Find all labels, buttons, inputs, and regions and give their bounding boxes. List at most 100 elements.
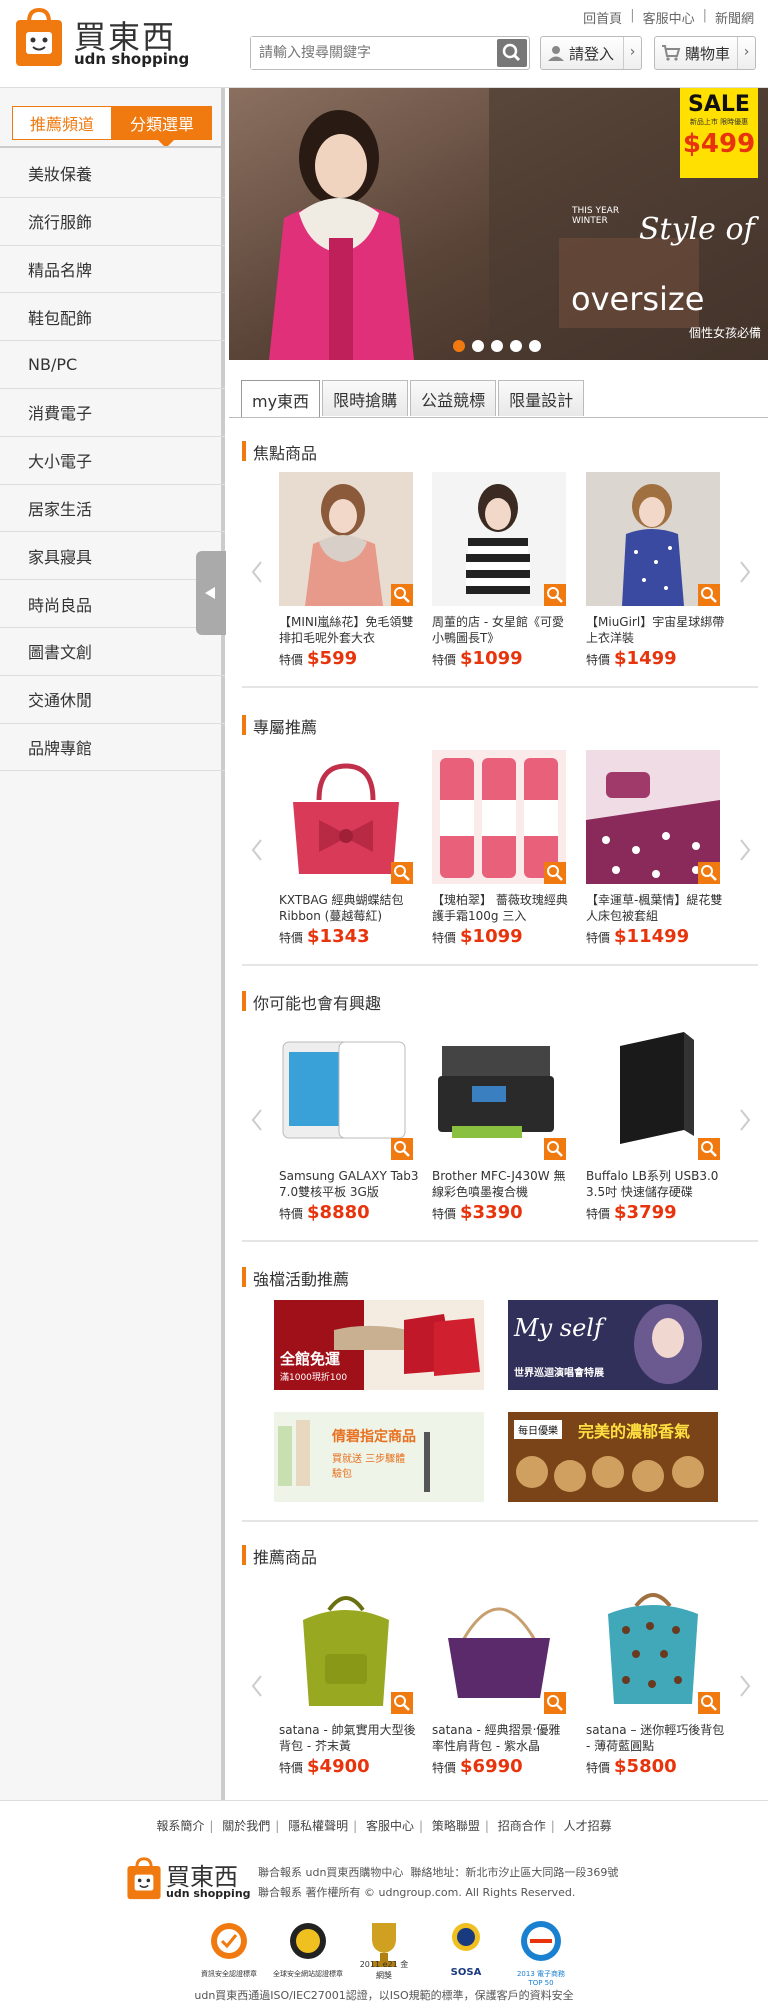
product-name[interactable]: 【MiuGirl】宇宙星球綁帶上衣洋裝 <box>586 614 726 646</box>
product-card[interactable]: 【MiuGirl】宇宙星球綁帶上衣洋裝 特價 $1499 <box>586 472 726 669</box>
zoom-button[interactable] <box>698 1692 720 1714</box>
footer-link-service[interactable]: 客服中心 <box>366 1819 414 1833</box>
cart-button[interactable]: 購物車 › <box>654 36 756 70</box>
service-link[interactable]: 客服中心 <box>643 8 695 27</box>
hero-banner[interactable]: SALE 新品上市 限時優惠 $499 THIS YEAR WINTER Sty… <box>229 88 768 360</box>
product-image[interactable] <box>586 750 720 884</box>
product-name[interactable]: 【MINI嵐絲花】免毛領雙排扣毛呢外套大衣 <box>279 614 419 646</box>
sidebar-item-furniture[interactable]: 家具寢具 <box>0 532 225 581</box>
zoom-button[interactable] <box>544 584 566 606</box>
zoom-button[interactable] <box>698 1138 720 1160</box>
tab-category[interactable]: 分類選單 <box>112 106 212 148</box>
sidebar-item-luxury[interactable]: 精品名牌 <box>0 246 225 294</box>
sidebar-item-home[interactable]: 居家生活 <box>0 485 225 533</box>
carousel-prev-icon[interactable] <box>250 1674 264 1698</box>
carousel-prev-icon[interactable] <box>250 1108 264 1132</box>
footer-link-about-us[interactable]: 關於我們 <box>222 1819 270 1833</box>
search-input[interactable] <box>251 37 491 69</box>
security-badge[interactable]: 全球安全網站認證標章 <box>268 1919 348 1979</box>
promo-banner[interactable]: 全館免運 滿1000現折100 <box>274 1300 484 1390</box>
product-image[interactable] <box>279 1580 413 1714</box>
carousel-prev-icon[interactable] <box>250 560 264 584</box>
product-image[interactable] <box>586 1026 720 1160</box>
sidebar-item-beauty[interactable]: 美妝保養 <box>0 150 225 198</box>
tab-my-stuff[interactable]: my東西 <box>241 380 321 418</box>
carousel-next-icon[interactable] <box>738 1108 752 1132</box>
product-image[interactable] <box>586 472 720 606</box>
product-card[interactable]: Samsung GALAXY Tab3 7.0雙核平板 3G版 特價 $8880 <box>279 1026 419 1223</box>
news-link[interactable]: 新聞網 <box>715 8 754 27</box>
product-card[interactable]: satana - 經典摺景‧優雅率性肩背包 - 紫水晶 特價 $6990 <box>432 1580 572 1777</box>
zoom-button[interactable] <box>544 862 566 884</box>
login-button[interactable]: 請登入 › <box>540 36 642 70</box>
product-image[interactable] <box>279 472 413 606</box>
product-image[interactable] <box>279 750 413 884</box>
footer-link-privacy[interactable]: 隱私權聲明 <box>288 1819 348 1833</box>
sidebar-item-books[interactable]: 圖書文創 <box>0 628 225 676</box>
carousel-next-icon[interactable] <box>738 560 752 584</box>
product-card[interactable]: 【MINI嵐絲花】免毛領雙排扣毛呢外套大衣 特價 $599 <box>279 472 419 669</box>
zoom-button[interactable] <box>391 1138 413 1160</box>
product-name[interactable]: satana – 迷你輕巧後背包 - 薄荷藍圓點 <box>586 1722 726 1754</box>
product-name[interactable]: Buffalo LB系列 USB3.0 3.5吋 快速儲存硬碟 <box>586 1168 726 1200</box>
zoom-button[interactable] <box>391 584 413 606</box>
sosa-badge[interactable]: SOSA <box>438 1919 494 1979</box>
top50-badge[interactable]: 2013 電子商務 TOP 50 <box>510 1919 572 1987</box>
sidebar-item-lifestyle[interactable]: 時尚良品 <box>0 580 225 628</box>
security-badge[interactable]: 資訊安全認證標章 <box>196 1919 262 1979</box>
product-name[interactable]: 【瑰柏翠】 薔薇玫瑰經典護手霜100g 三入 <box>432 892 572 924</box>
carousel-dot[interactable] <box>510 340 522 352</box>
sidebar-item-brands[interactable]: 品牌專館 <box>0 724 225 772</box>
product-image[interactable] <box>432 1026 566 1160</box>
product-card[interactable]: Buffalo LB系列 USB3.0 3.5吋 快速儲存硬碟 特價 $3799 <box>586 1026 726 1223</box>
tab-charity-auction[interactable]: 公益競標 <box>410 380 497 416</box>
footer-link-about-group[interactable]: 報系簡介 <box>156 1819 204 1833</box>
product-name[interactable]: Brother MFC-J430W 無線彩色噴墨複合機 <box>432 1168 572 1200</box>
carousel-next-icon[interactable] <box>738 1674 752 1698</box>
sidebar-item-leisure[interactable]: 交通休閒 <box>0 676 225 724</box>
logo-english[interactable]: udn shopping <box>74 50 189 68</box>
tab-limited-design[interactable]: 限量設計 <box>498 380 585 416</box>
zoom-button[interactable] <box>698 584 720 606</box>
zoom-button[interactable] <box>391 1692 413 1714</box>
carousel-dot[interactable] <box>453 340 465 352</box>
product-image[interactable] <box>432 750 566 884</box>
sidebar-item-electronics[interactable]: 消費電子 <box>0 389 225 437</box>
product-name[interactable]: satana - 經典摺景‧優雅率性肩背包 - 紫水晶 <box>432 1722 572 1754</box>
award-badge[interactable]: 2011 e21 金網獎 <box>356 1919 412 1980</box>
sidebar-item-shoes-bags[interactable]: 鞋包配飾 <box>0 293 225 342</box>
sidebar-collapse-button[interactable] <box>196 551 226 635</box>
tab-flash-sale[interactable]: 限時搶購 <box>322 380 409 416</box>
product-card[interactable]: Brother MFC-J430W 無線彩色噴墨複合機 特價 $3390 <box>432 1026 572 1223</box>
carousel-dot[interactable] <box>491 340 503 352</box>
home-link[interactable]: 回首頁 <box>583 8 622 27</box>
product-name[interactable]: KXTBAG 經典蝴蝶結包 Ribbon (蔓越莓紅) <box>279 892 419 924</box>
promo-banner[interactable]: 每日優樂 完美的濃郁香氣 <box>508 1412 718 1502</box>
product-name[interactable]: satana - 帥氣實用大型後背包 - 芥末黃 <box>279 1722 419 1754</box>
zoom-button[interactable] <box>391 862 413 884</box>
carousel-dot[interactable] <box>529 340 541 352</box>
product-image[interactable] <box>586 1580 720 1714</box>
footer-link-alliance[interactable]: 策略聯盟 <box>432 1819 480 1833</box>
promo-banner[interactable]: 倩碧指定商品 買就送 三步驟體驗包 <box>274 1412 484 1502</box>
carousel-prev-icon[interactable] <box>250 838 264 862</box>
product-card[interactable]: KXTBAG 經典蝴蝶結包 Ribbon (蔓越莓紅) 特價 $1343 <box>279 750 419 947</box>
sidebar-item-fashion[interactable]: 流行服飾 <box>0 198 225 246</box>
product-name[interactable]: 【幸運草-楓葉情】緹花雙人床包被套組 <box>586 892 726 924</box>
search-button[interactable] <box>497 39 527 67</box>
zoom-button[interactable] <box>698 862 720 884</box>
zoom-button[interactable] <box>544 1692 566 1714</box>
footer-link-merchants[interactable]: 招商合作 <box>498 1819 546 1833</box>
tab-recommend[interactable]: 推薦頻道 <box>12 106 112 140</box>
product-card[interactable]: 【瑰柏翠】 薔薇玫瑰經典護手霜100g 三入 特價 $1099 <box>432 750 572 947</box>
sidebar-item-appliances[interactable]: 大小電子 <box>0 437 225 485</box>
product-image[interactable] <box>432 1580 566 1714</box>
carousel-dot[interactable] <box>472 340 484 352</box>
product-name[interactable]: 周董的店 - 女星館《可愛小鴨圖長T》 <box>432 614 572 646</box>
promo-banner[interactable]: My self 世界巡迴演唱會特展 <box>508 1300 718 1390</box>
product-name[interactable]: Samsung GALAXY Tab3 7.0雙核平板 3G版 <box>279 1168 419 1200</box>
product-card[interactable]: 【幸運草-楓葉情】緹花雙人床包被套組 特價 $11499 <box>586 750 726 947</box>
zoom-button[interactable] <box>544 1138 566 1160</box>
product-image[interactable] <box>432 472 566 606</box>
logo-bag-icon[interactable] <box>14 8 64 68</box>
